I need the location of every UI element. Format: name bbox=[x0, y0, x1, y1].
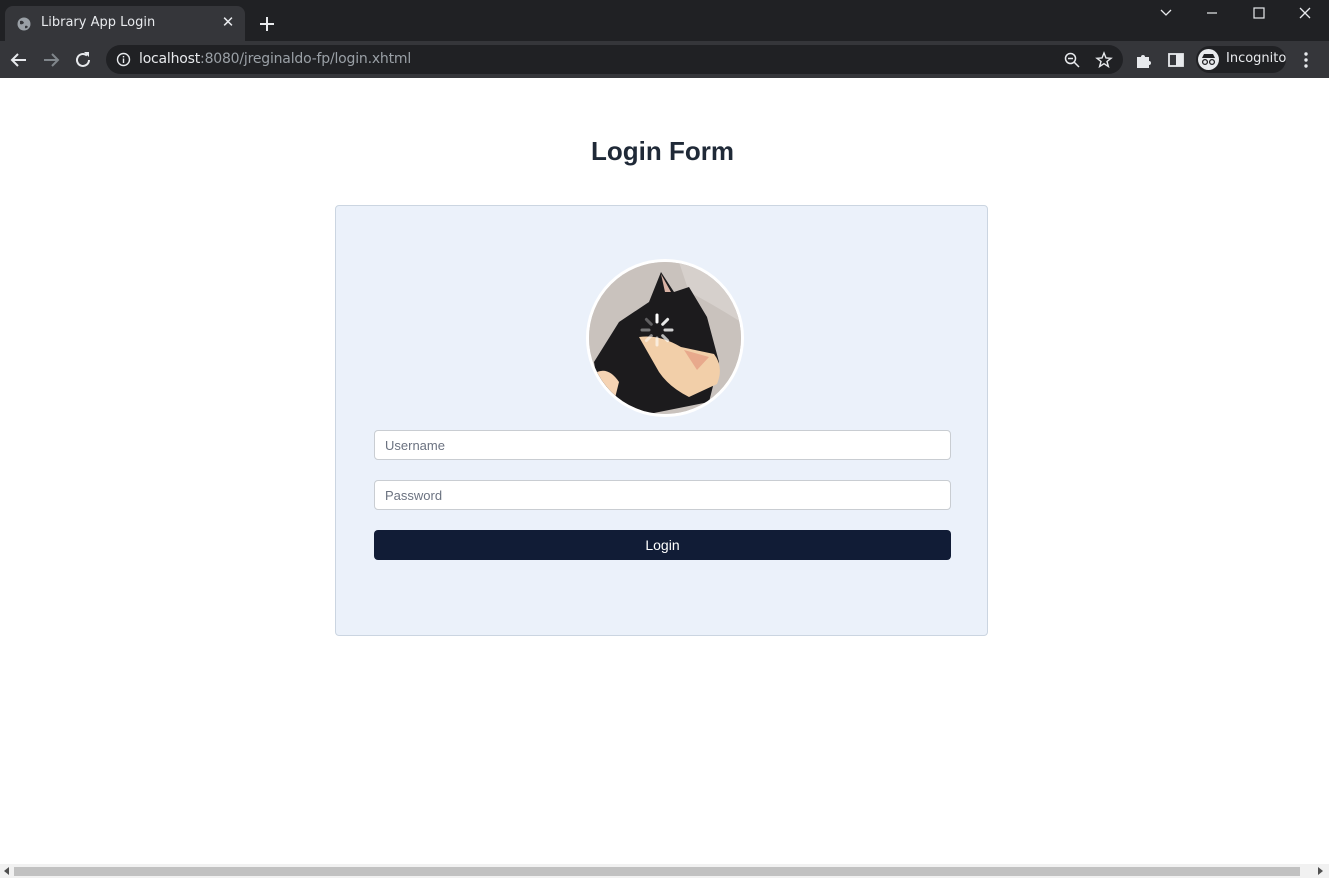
cat-avatar-image bbox=[589, 262, 741, 414]
url-path: :8080/jreginaldo-fp/login.xhtml bbox=[200, 51, 412, 67]
password-field[interactable] bbox=[374, 480, 951, 510]
globe-icon bbox=[17, 17, 31, 31]
minimize-icon[interactable] bbox=[1190, 2, 1234, 26]
scroll-right-arrow[interactable] bbox=[1318, 867, 1323, 875]
address-bar[interactable]: localhost:8080/jreginaldo-fp/login.xhtml bbox=[106, 45, 1123, 74]
browser-tab[interactable]: Library App Login ✕ bbox=[5, 6, 245, 41]
page-content: Login Form Username Login bbox=[0, 78, 1329, 864]
reload-icon[interactable] bbox=[72, 49, 94, 71]
kebab-menu-icon[interactable] bbox=[1298, 50, 1314, 70]
close-icon[interactable]: ✕ bbox=[220, 15, 236, 31]
tab-title: Library App Login bbox=[41, 15, 156, 30]
forward-icon[interactable] bbox=[40, 49, 62, 71]
incognito-profile-button[interactable]: Incognito bbox=[1196, 46, 1286, 73]
incognito-icon bbox=[1198, 49, 1219, 70]
login-button[interactable]: Login bbox=[374, 530, 951, 560]
info-icon[interactable] bbox=[116, 52, 131, 67]
puzzle-icon[interactable] bbox=[1134, 50, 1154, 70]
url-text[interactable]: localhost:8080/jreginaldo-fp/login.xhtml bbox=[139, 51, 411, 67]
zoom-icon[interactable] bbox=[1063, 51, 1081, 69]
page-title: Login Form bbox=[591, 136, 734, 166]
browser-toolbar: localhost:8080/jreginaldo-fp/login.xhtml… bbox=[0, 41, 1329, 78]
login-card: Login bbox=[335, 205, 988, 636]
browser-tab-strip: Library App Login ✕ bbox=[0, 0, 1329, 41]
plus-icon[interactable] bbox=[257, 14, 277, 34]
username-field[interactable] bbox=[374, 430, 951, 460]
incognito-label: Incognito bbox=[1226, 51, 1287, 66]
url-host: localhost bbox=[139, 51, 201, 67]
avatar bbox=[586, 259, 744, 417]
close-window-icon[interactable] bbox=[1283, 2, 1327, 26]
maximize-icon[interactable] bbox=[1237, 2, 1281, 26]
scroll-left-arrow[interactable] bbox=[4, 867, 9, 875]
side-panel-icon[interactable] bbox=[1166, 50, 1186, 70]
horizontal-scrollbar[interactable] bbox=[0, 864, 1329, 878]
back-icon[interactable] bbox=[8, 49, 30, 71]
star-icon[interactable] bbox=[1095, 51, 1113, 69]
scrollbar-thumb[interactable] bbox=[14, 867, 1300, 876]
chevron-down-icon[interactable] bbox=[1144, 2, 1188, 26]
